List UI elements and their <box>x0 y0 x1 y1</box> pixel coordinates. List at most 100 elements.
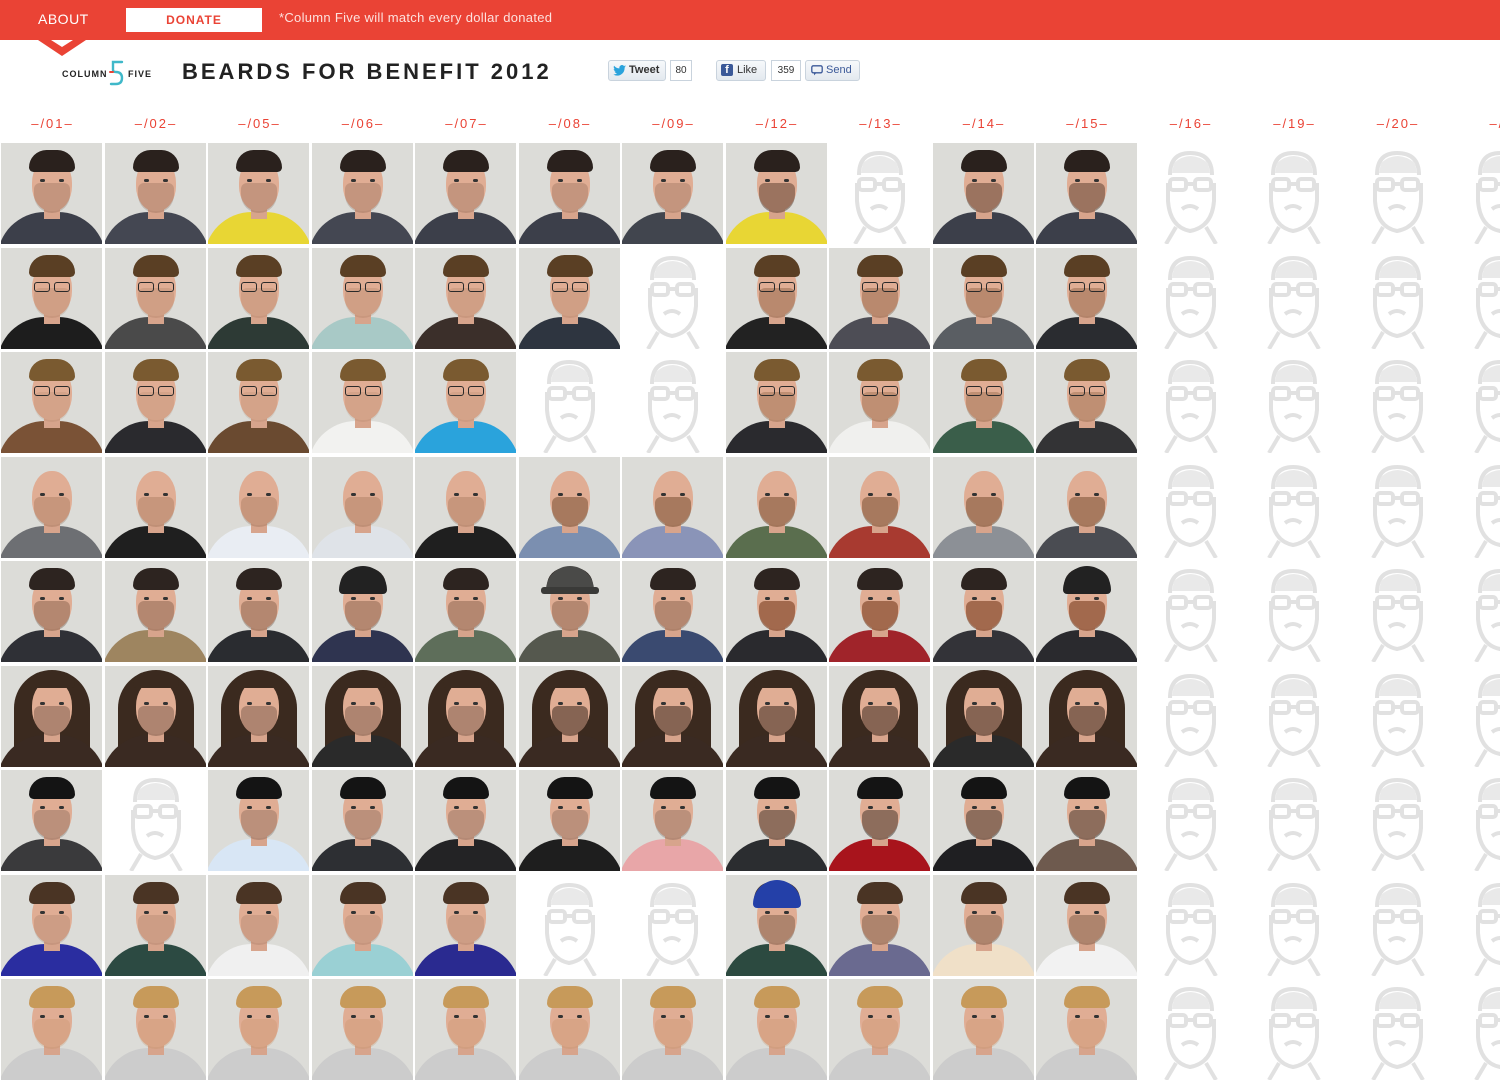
missing-photo-placeholder[interactable] <box>1346 770 1448 871</box>
participant-photo[interactable] <box>518 143 620 244</box>
participant-photo[interactable] <box>622 456 723 558</box>
participant-photo[interactable] <box>829 352 930 453</box>
participant-photo[interactable] <box>415 874 516 976</box>
participant-photo[interactable] <box>104 247 206 349</box>
send-button[interactable]: Send <box>805 60 860 81</box>
missing-photo-placeholder[interactable] <box>829 143 930 244</box>
participant-photo[interactable] <box>1036 665 1137 767</box>
missing-photo-placeholder[interactable] <box>1243 352 1344 453</box>
missing-photo-placeholder[interactable] <box>1139 352 1241 453</box>
missing-photo-placeholder[interactable] <box>1139 143 1241 244</box>
tweet-button[interactable]: Tweet <box>608 60 666 81</box>
missing-photo-placeholder[interactable] <box>1243 874 1344 976</box>
participant-photo[interactable] <box>1 352 102 453</box>
missing-photo-placeholder[interactable] <box>1450 874 1500 976</box>
participant-photo[interactable] <box>1036 979 1137 1080</box>
missing-photo-placeholder[interactable] <box>1139 979 1241 1080</box>
participant-photo[interactable] <box>932 143 1034 244</box>
participant-photo[interactable] <box>725 770 827 871</box>
missing-photo-placeholder[interactable] <box>1346 456 1448 558</box>
missing-photo-placeholder[interactable] <box>1243 143 1344 244</box>
missing-photo-placeholder[interactable] <box>1139 456 1241 558</box>
participant-photo[interactable] <box>1036 874 1137 976</box>
participant-photo[interactable] <box>518 770 620 871</box>
participant-photo[interactable] <box>725 247 827 349</box>
participant-photo[interactable] <box>415 143 516 244</box>
participant-photo[interactable] <box>415 247 516 349</box>
participant-photo[interactable] <box>415 352 516 453</box>
participant-photo[interactable] <box>311 665 413 767</box>
participant-photo[interactable] <box>518 247 620 349</box>
column-five-logo[interactable]: COLUMN FIVE <box>62 60 154 86</box>
participant-photo[interactable] <box>104 352 206 453</box>
participant-photo[interactable] <box>208 979 309 1080</box>
participant-photo[interactable] <box>1036 456 1137 558</box>
missing-photo-placeholder[interactable] <box>1243 247 1344 349</box>
participant-photo[interactable] <box>1036 561 1137 662</box>
participant-photo[interactable] <box>932 979 1034 1080</box>
participant-photo[interactable] <box>932 874 1034 976</box>
participant-photo[interactable] <box>1 874 102 976</box>
missing-photo-placeholder[interactable] <box>104 770 206 871</box>
participant-photo[interactable] <box>932 456 1034 558</box>
participant-photo[interactable] <box>1036 143 1137 244</box>
participant-photo[interactable] <box>725 456 827 558</box>
missing-photo-placeholder[interactable] <box>1450 770 1500 871</box>
participant-photo[interactable] <box>1 247 102 349</box>
participant-photo[interactable] <box>518 561 620 662</box>
missing-photo-placeholder[interactable] <box>518 352 620 453</box>
missing-photo-placeholder[interactable] <box>1450 247 1500 349</box>
participant-photo[interactable] <box>208 770 309 871</box>
participant-photo[interactable] <box>104 979 206 1080</box>
missing-photo-placeholder[interactable] <box>1346 247 1448 349</box>
participant-photo[interactable] <box>311 456 413 558</box>
participant-photo[interactable] <box>1036 352 1137 453</box>
participant-photo[interactable] <box>208 561 309 662</box>
missing-photo-placeholder[interactable] <box>1450 979 1500 1080</box>
participant-photo[interactable] <box>415 979 516 1080</box>
participant-photo[interactable] <box>208 874 309 976</box>
donate-button[interactable]: DONATE <box>126 8 262 32</box>
participant-photo[interactable] <box>1 770 102 871</box>
missing-photo-placeholder[interactable] <box>1139 247 1241 349</box>
participant-photo[interactable] <box>208 143 309 244</box>
participant-photo[interactable] <box>1036 770 1137 871</box>
participant-photo[interactable] <box>208 352 309 453</box>
missing-photo-placeholder[interactable] <box>622 874 723 976</box>
participant-photo[interactable] <box>1 143 102 244</box>
participant-photo[interactable] <box>1 561 102 662</box>
participant-photo[interactable] <box>725 979 827 1080</box>
participant-photo[interactable] <box>104 561 206 662</box>
participant-photo[interactable] <box>829 247 930 349</box>
like-button[interactable]: f Like <box>716 60 766 81</box>
participant-photo[interactable] <box>1 979 102 1080</box>
missing-photo-placeholder[interactable] <box>1346 561 1448 662</box>
participant-photo[interactable] <box>725 874 827 976</box>
participant-photo[interactable] <box>104 143 206 244</box>
participant-photo[interactable] <box>104 874 206 976</box>
participant-photo[interactable] <box>104 456 206 558</box>
missing-photo-placeholder[interactable] <box>1346 979 1448 1080</box>
participant-photo[interactable] <box>208 247 309 349</box>
missing-photo-placeholder[interactable] <box>1139 874 1241 976</box>
participant-photo[interactable] <box>932 561 1034 662</box>
participant-photo[interactable] <box>415 770 516 871</box>
participant-photo[interactable] <box>311 561 413 662</box>
about-link[interactable]: ABOUT <box>38 11 89 27</box>
missing-photo-placeholder[interactable] <box>1139 561 1241 662</box>
missing-photo-placeholder[interactable] <box>1243 665 1344 767</box>
participant-photo[interactable] <box>1 456 102 558</box>
missing-photo-placeholder[interactable] <box>1243 561 1344 662</box>
missing-photo-placeholder[interactable] <box>1243 770 1344 871</box>
participant-photo[interactable] <box>311 352 413 453</box>
participant-photo[interactable] <box>725 352 827 453</box>
participant-photo[interactable] <box>725 143 827 244</box>
missing-photo-placeholder[interactable] <box>1450 561 1500 662</box>
participant-photo[interactable] <box>829 561 930 662</box>
participant-photo[interactable] <box>415 561 516 662</box>
participant-photo[interactable] <box>518 456 620 558</box>
missing-photo-placeholder[interactable] <box>1450 352 1500 453</box>
participant-photo[interactable] <box>415 456 516 558</box>
participant-photo[interactable] <box>829 456 930 558</box>
missing-photo-placeholder[interactable] <box>1346 352 1448 453</box>
